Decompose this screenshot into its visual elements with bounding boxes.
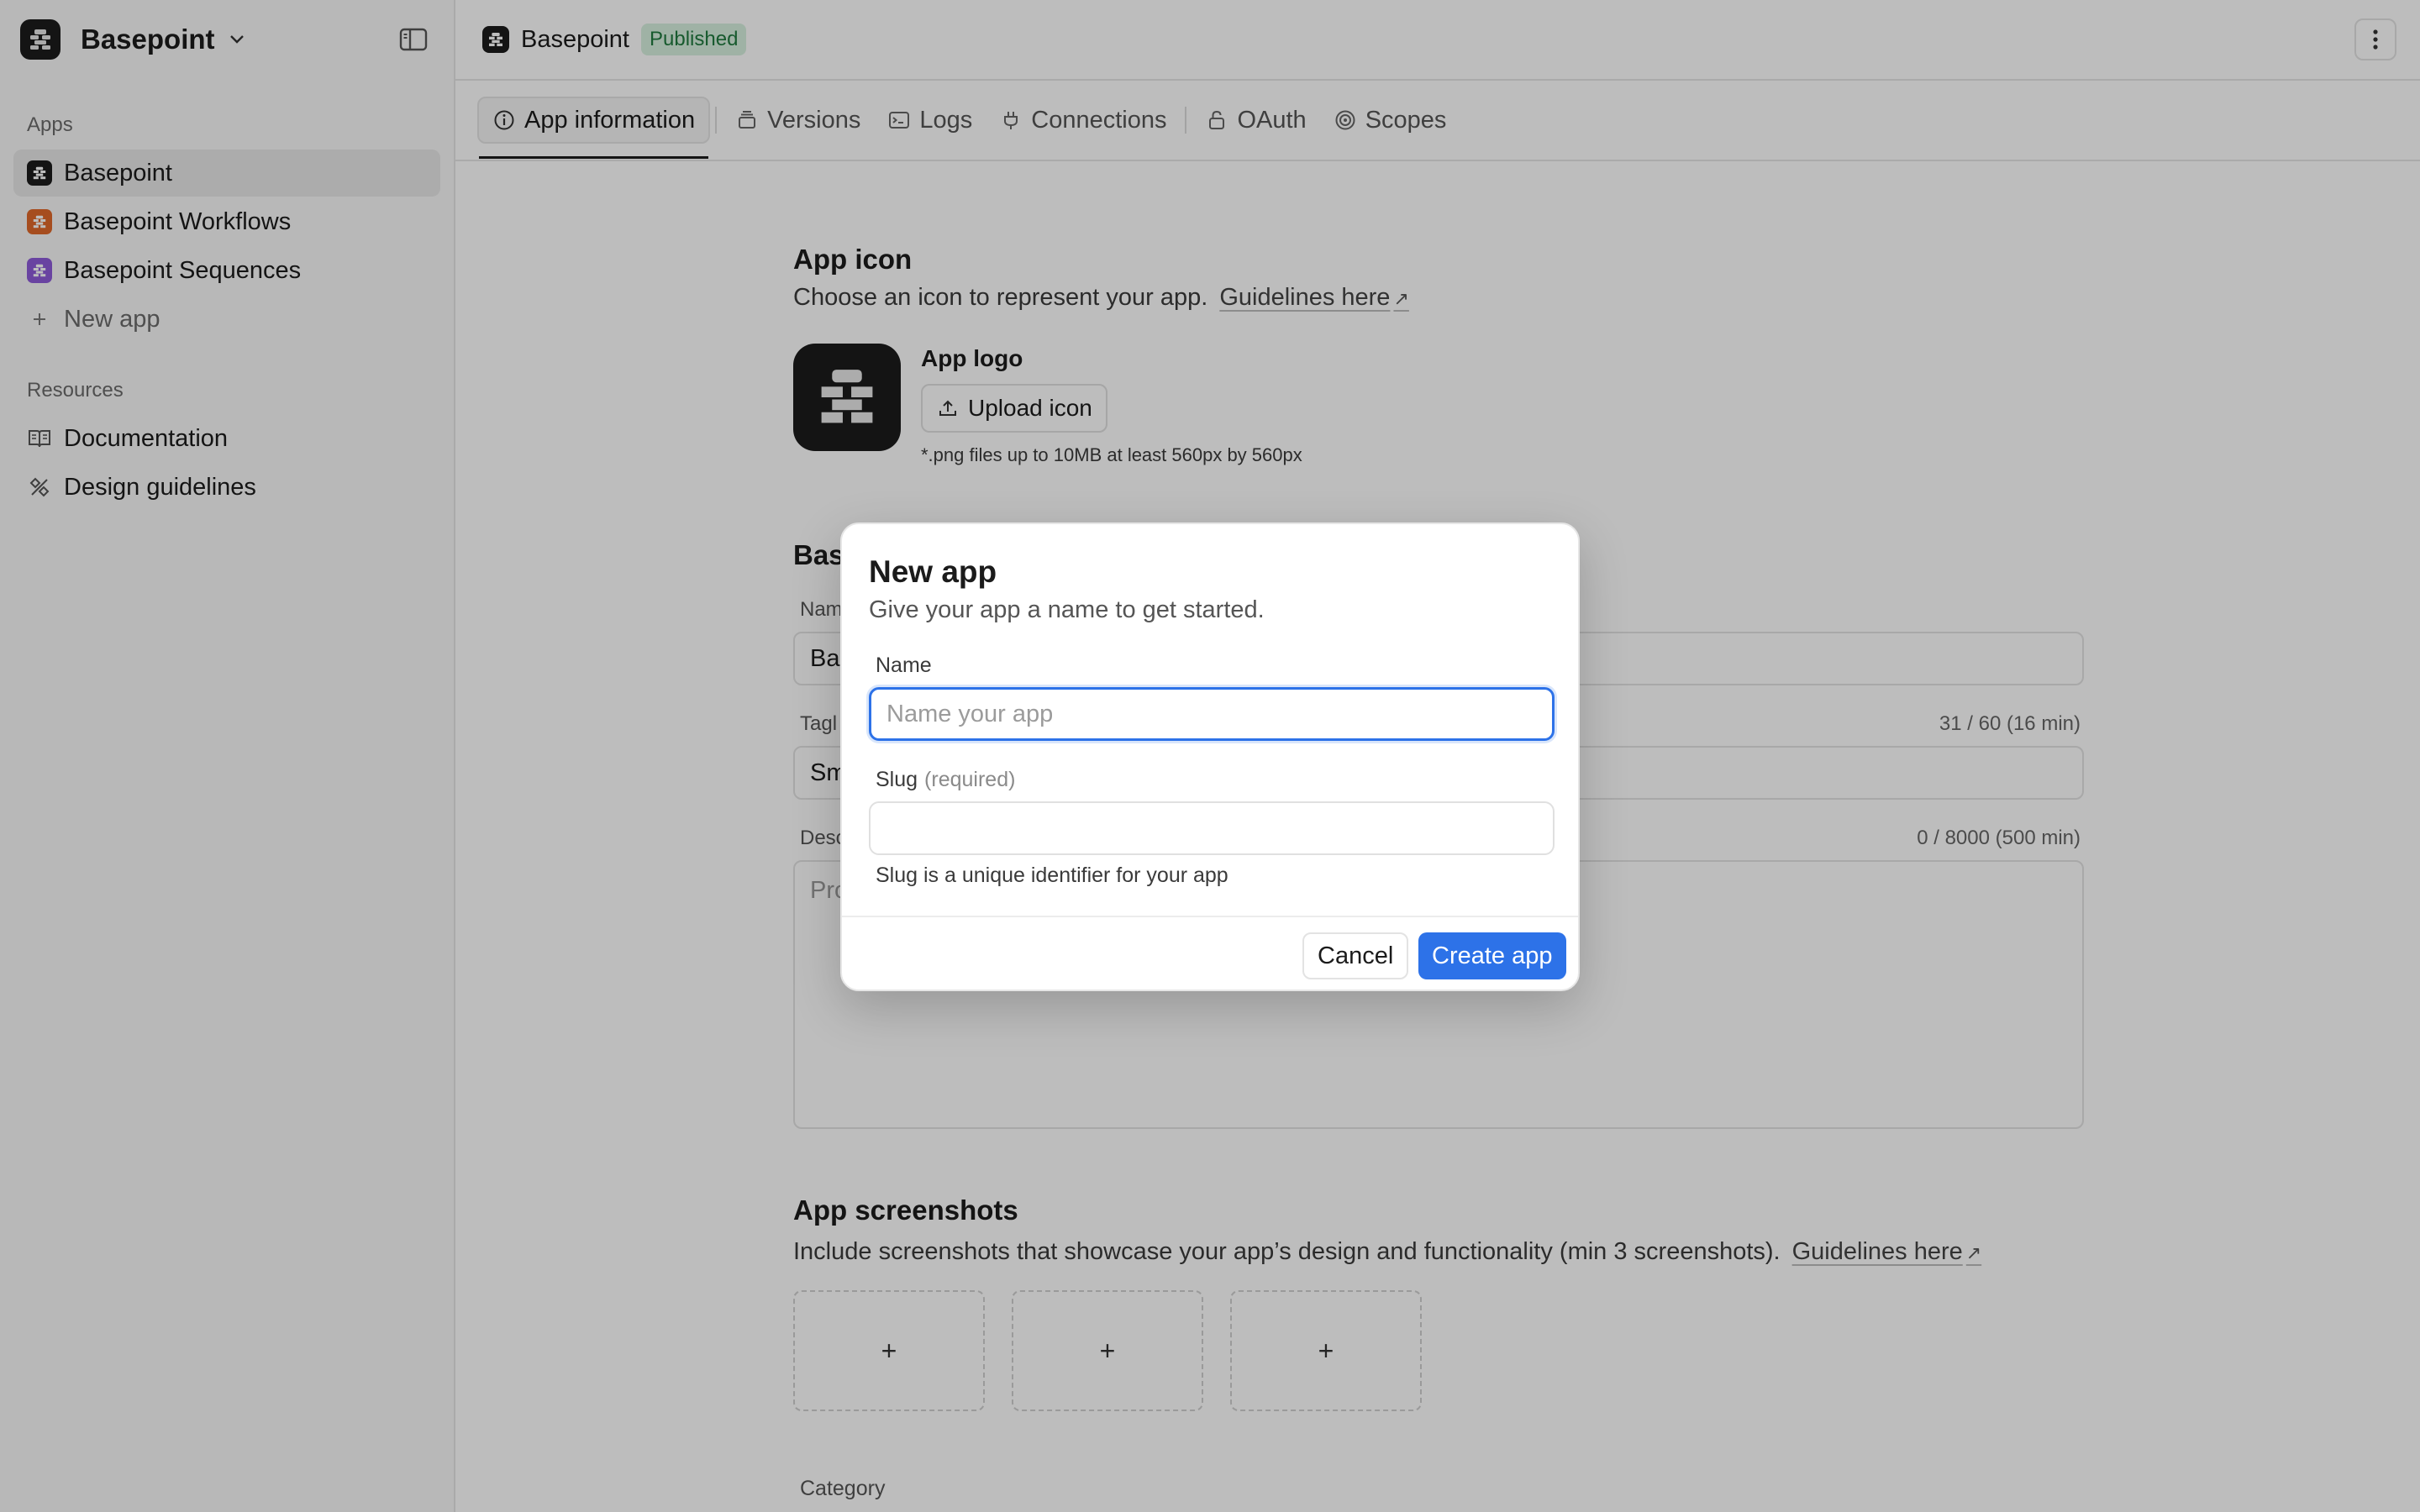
create-app-button[interactable]: Create app xyxy=(1418,932,1566,979)
app-name-input[interactable] xyxy=(869,687,1555,741)
new-app-dialog: New app Give your app a name to get star… xyxy=(840,522,1580,991)
slug-label-text: Slug xyxy=(876,768,918,791)
slug-input[interactable] xyxy=(869,801,1555,855)
name-label: Name xyxy=(876,654,932,677)
slug-help-text: Slug is a unique identifier for your app xyxy=(876,864,1228,887)
cancel-button[interactable]: Cancel xyxy=(1302,932,1409,979)
slug-label: Slug (required) xyxy=(876,768,1015,792)
dialog-title: New app xyxy=(869,554,997,589)
slug-required-note: (required) xyxy=(924,768,1016,791)
dialog-subtitle: Give your app a name to get started. xyxy=(869,596,1265,623)
dialog-divider xyxy=(842,916,1578,917)
